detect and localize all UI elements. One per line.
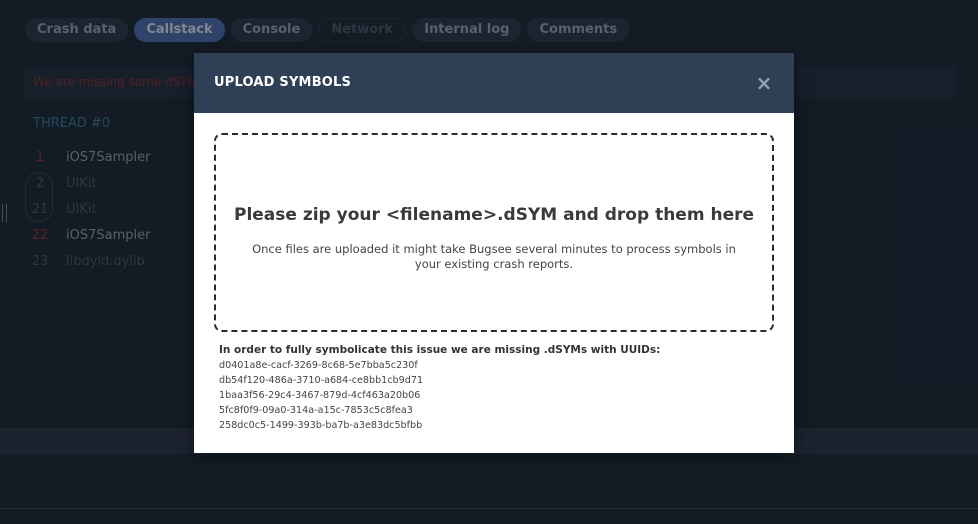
uuid-item: 5fc8f0f9-09a0-314a-a15c-7853c5c8fea3: [219, 405, 413, 416]
uuid-item: 258dc0c5-1499-393b-ba7b-a3e83dc5bfbb: [219, 420, 423, 431]
dialog-header: UPLOAD SYMBOLS ×: [194, 53, 794, 113]
file-dropzone[interactable]: Please zip your <filename>.dSYM and drop…: [214, 133, 774, 332]
uuid-item: d0401a8e-cacf-3269-8c68-5e7bba5c230f: [219, 360, 418, 371]
missing-uuids-label: In order to fully symbolicate this issue…: [219, 344, 661, 356]
upload-symbols-dialog: UPLOAD SYMBOLS × Please zip your <filena…: [194, 53, 794, 453]
missing-uuids-section: In order to fully symbolicate this issue…: [219, 344, 660, 433]
dialog-title: UPLOAD SYMBOLS: [214, 75, 352, 90]
dropzone-subtitle: Once files are uploaded it might take Bu…: [252, 242, 736, 271]
uuid-item: db54f120-486a-3710-a684-ce8bb1cb9d71: [219, 375, 424, 386]
uuid-item: 1baa3f56-29c4-3467-879d-4cf463a20b06: [219, 390, 421, 401]
dropzone-title: Please zip your <filename>.dSYM and drop…: [233, 205, 755, 225]
close-icon[interactable]: ×: [752, 71, 776, 95]
